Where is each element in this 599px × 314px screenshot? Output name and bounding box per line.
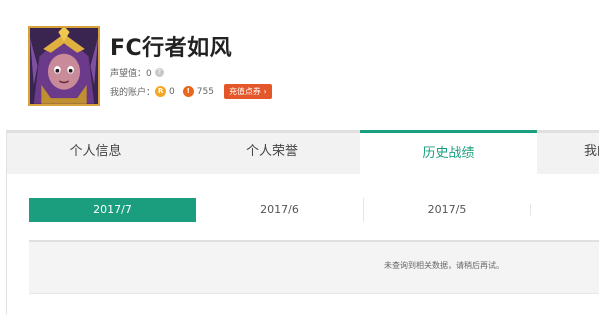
- prestige-row: 声望值：0 ?: [110, 66, 164, 79]
- page: FC行者如风 声望值：0 ? 我的账户： R 0 ! 755 充值点券 › 个人…: [0, 0, 599, 314]
- prestige-text: 声望值：0: [110, 69, 152, 79]
- point-coin-value: 755: [196, 86, 214, 97]
- r-coin-value: 0: [169, 86, 175, 97]
- hero-portrait-image: [30, 28, 98, 104]
- tab-personal-honors[interactable]: 个人荣誉: [184, 130, 360, 177]
- avatar[interactable]: [28, 26, 100, 106]
- month-button-2017-7[interactable]: 2017/7: [29, 198, 196, 222]
- account-label: 我的账户：: [110, 88, 156, 98]
- empty-message: 未查询到相关数据，请稍后再试。: [384, 261, 504, 270]
- recharge-button[interactable]: 充值点券 ›: [223, 84, 272, 99]
- account-row: 我的账户： R 0 ! 755 充值点券 ›: [110, 84, 272, 99]
- month-button-2017-6[interactable]: 2017/6: [196, 198, 363, 222]
- tab-mine[interactable]: 我的: [537, 130, 599, 177]
- r-coin-icon: R: [155, 86, 167, 97]
- tab-match-history[interactable]: 历史战绩: [360, 130, 537, 177]
- tab-bar: 个人信息 个人荣誉 历史战绩 我的: [7, 130, 599, 177]
- player-name: FC行者如风: [110, 36, 233, 61]
- divider: [530, 204, 531, 216]
- tab-personal-info[interactable]: 个人信息: [7, 130, 184, 177]
- help-icon[interactable]: ?: [154, 68, 164, 77]
- result-area: 未查询到相关数据，请稍后再试。: [29, 242, 599, 294]
- month-button-2017-5[interactable]: 2017/5: [363, 198, 530, 222]
- point-coin-icon: !: [182, 86, 194, 97]
